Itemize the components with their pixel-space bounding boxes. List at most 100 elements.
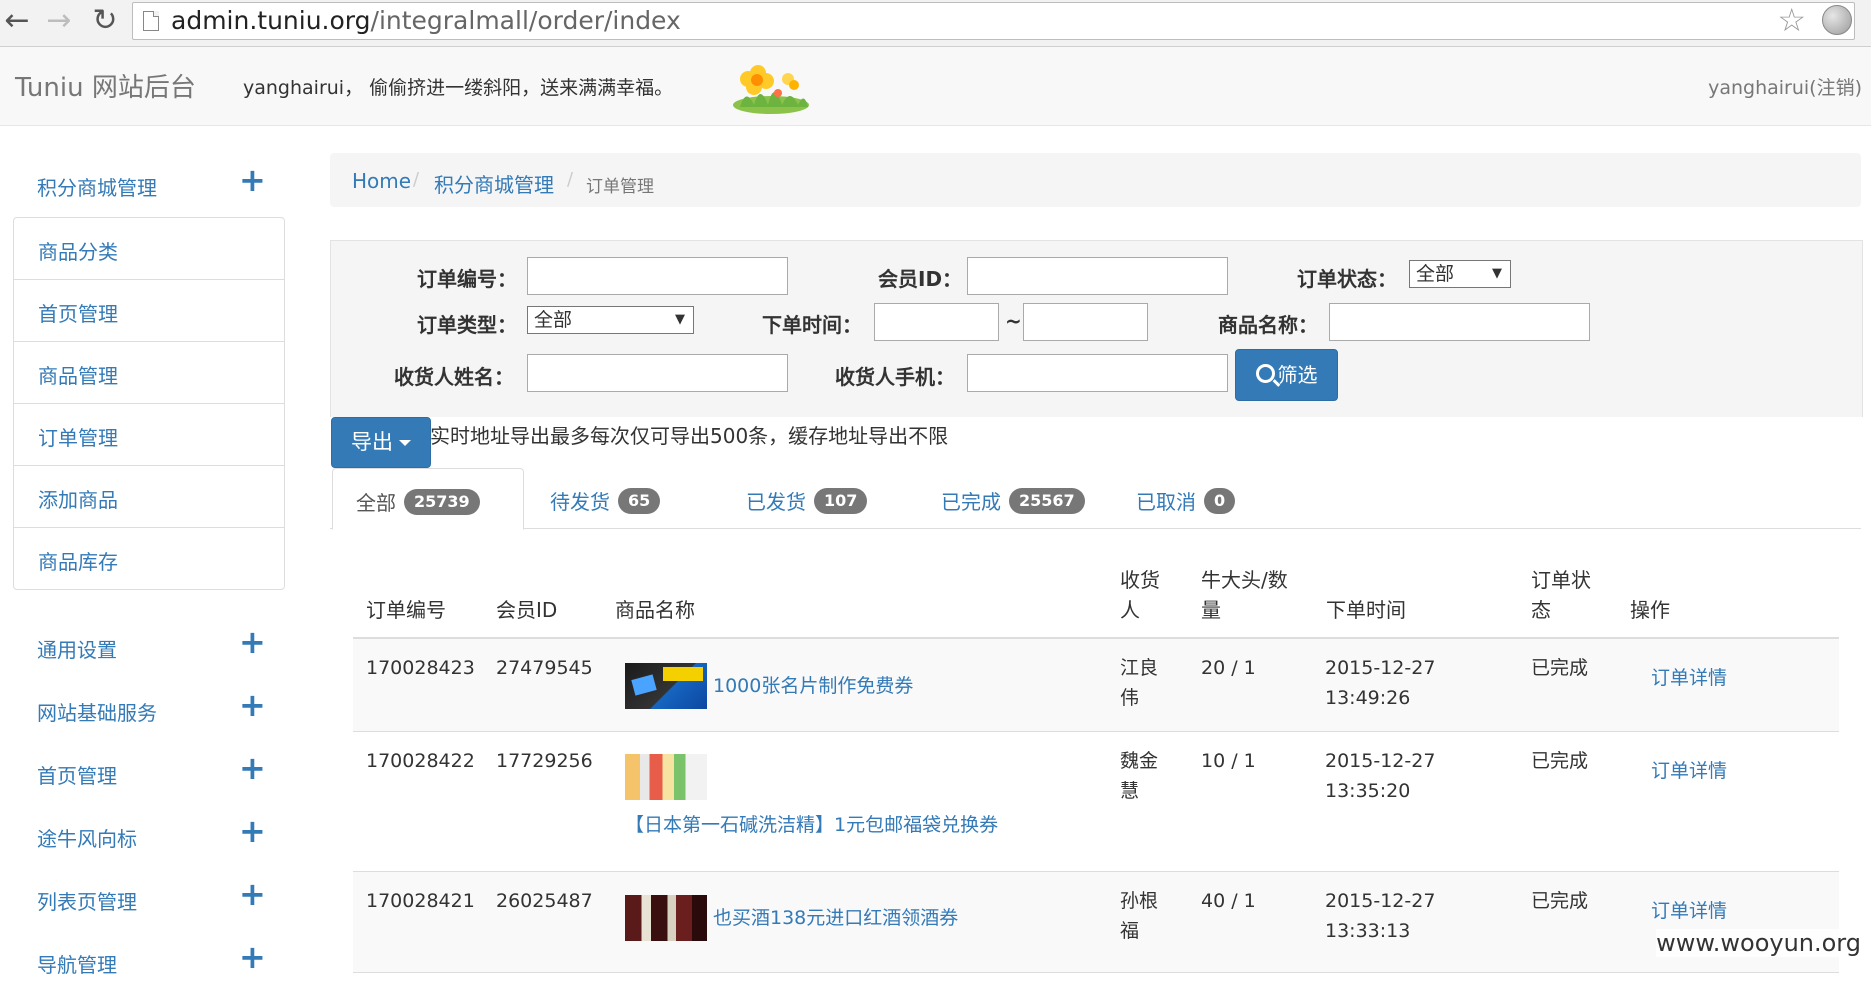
order-date-cell: 2015-12-27 <box>1325 890 1436 912</box>
status-cell: 已完成 <box>1531 657 1589 679</box>
export-note: 实时地址导出最多每次仅可导出500条，缓存地址导出不限 <box>430 424 949 448</box>
breadcrumb-points-mall[interactable]: 积分商城管理 <box>434 169 554 198</box>
bookmark-star-icon[interactable]: ☆ <box>1777 1 1806 39</box>
product-thumbnail[interactable] <box>625 754 707 800</box>
plus-icon[interactable]: + <box>239 752 266 784</box>
sidebar-group-label[interactable]: 网站基础服务 <box>37 697 157 726</box>
tab-completed[interactable]: 已完成 25567 <box>931 468 1101 528</box>
count-badge: 25567 <box>1009 488 1085 514</box>
sidebar-group-label[interactable]: 积分商城管理 <box>37 172 157 201</box>
order-date-cell: 2015-12-27 <box>1325 750 1436 772</box>
order-type-select[interactable]: 全部 ▼ <box>527 306 694 334</box>
product-thumbnail[interactable] <box>625 895 707 941</box>
sidebar-group-trends[interactable]: 途牛风向标 + <box>13 809 283 863</box>
sidebar-group-points-mall[interactable]: 积分商城管理 + <box>13 158 283 212</box>
table-row: 170028421 26025487 也买酒138元进口红酒领酒券 孙根福 40… <box>353 872 1839 973</box>
count-badge: 0 <box>1204 488 1236 514</box>
receiver-name-input[interactable] <box>527 354 788 392</box>
order-no-label: 订单编号： <box>417 267 517 291</box>
tab-cancelled[interactable]: 已取消 0 <box>1126 468 1256 528</box>
sidebar-group-label[interactable]: 通用设置 <box>37 634 117 663</box>
greeting-text: yanghairui， 偷偷挤进一缕斜阳，送来满满幸福。 <box>243 77 674 99</box>
order-detail-link[interactable]: 订单详情 <box>1651 896 1727 926</box>
th-status: 订单状态 <box>1531 568 1591 622</box>
order-detail-link[interactable]: 订单详情 <box>1651 756 1727 786</box>
count-badge: 107 <box>814 488 868 514</box>
breadcrumb-separator: / <box>567 169 574 190</box>
tab-label: 已发货 <box>746 490 806 514</box>
order-date-cell: 2015-12-27 <box>1325 657 1436 679</box>
order-time-cell: 13:49:26 <box>1325 687 1411 709</box>
count-badge: 25739 <box>404 489 480 515</box>
plus-icon[interactable]: + <box>239 164 266 196</box>
sidebar-item-homepage[interactable]: 首页管理 <box>14 280 284 342</box>
th-action: 操作 <box>1630 598 1670 622</box>
receiver-name-label: 收货人姓名： <box>394 365 514 389</box>
sidebar-group-navigation[interactable]: 导航管理 + <box>13 935 283 989</box>
receiver-phone-label: 收货人手机： <box>835 365 955 389</box>
sidebar-group-basic-service[interactable]: 网站基础服务 + <box>13 683 283 737</box>
sidebar-group-label[interactable]: 途牛风向标 <box>37 823 137 852</box>
plus-icon[interactable]: + <box>239 689 266 721</box>
sidebar-group-general[interactable]: 通用设置 + <box>13 620 283 674</box>
table-row: 170028423 27479545 1000张名片制作免费券 江良伟 20 /… <box>353 639 1839 732</box>
receiver-cell: 魏金慧 <box>1120 750 1159 802</box>
order-status-select[interactable]: 全部 ▼ <box>1409 260 1511 288</box>
tab-all[interactable]: 全部 25739 <box>332 468 524 530</box>
site-brand[interactable]: Tuniu 网站后台 <box>15 67 196 104</box>
watermark: www.wooyun.org <box>1656 929 1861 957</box>
sidebar-item-add-product[interactable]: 添加商品 <box>14 466 284 528</box>
user-logout-link[interactable]: yanghairui(注销) <box>1708 73 1862 100</box>
filter-button[interactable]: 筛选 <box>1235 349 1338 401</box>
plus-icon[interactable]: + <box>239 626 266 658</box>
table-row: 170028422 17729256 【日本第一石碱洗洁精】1元包邮福袋兑换券 … <box>353 732 1839 872</box>
caret-down-icon: ▼ <box>675 312 685 327</box>
th-member-id: 会员ID <box>496 598 558 622</box>
sidebar-group-listpage[interactable]: 列表页管理 + <box>13 872 283 926</box>
product-name-input[interactable] <box>1329 303 1590 341</box>
order-no-input[interactable] <box>527 257 788 295</box>
sidebar-item-products[interactable]: 商品管理 <box>14 342 284 404</box>
order-time-label: 下单时间： <box>762 313 862 337</box>
order-time-end-input[interactable] <box>1023 303 1148 341</box>
sidebar-item-category[interactable]: 商品分类 <box>14 218 284 280</box>
order-time-cell: 13:33:13 <box>1325 920 1411 942</box>
product-link[interactable]: 【日本第一石碱洗洁精】1元包邮福袋兑换券 <box>625 810 998 840</box>
plus-icon[interactable]: + <box>239 878 266 910</box>
sidebar-item-orders[interactable]: 订单管理 <box>14 404 284 466</box>
url-text[interactable]: admin.tuniu.org/integralmall/order/index <box>171 6 681 36</box>
order-detail-link[interactable]: 订单详情 <box>1651 663 1727 693</box>
order-time-start-input[interactable] <box>874 303 999 341</box>
flower-icon <box>733 65 809 114</box>
plus-icon[interactable]: + <box>239 815 266 847</box>
tab-shipped[interactable]: 已发货 107 <box>736 468 896 528</box>
th-order-no: 订单编号 <box>366 598 446 622</box>
sidebar-item-inventory[interactable]: 商品库存 <box>14 528 284 589</box>
reload-icon[interactable]: ↻ <box>88 4 122 38</box>
plus-icon[interactable]: + <box>239 941 266 973</box>
forward-arrow-icon[interactable]: → <box>42 4 76 38</box>
count-badge: 65 <box>618 488 661 514</box>
th-order-time: 下单时间 <box>1326 598 1406 622</box>
member-id-input[interactable] <box>967 257 1228 295</box>
tab-pending-shipment[interactable]: 待发货 65 <box>540 468 700 528</box>
member-id-cell: 27479545 <box>496 657 593 679</box>
order-no-cell: 170028421 <box>366 890 475 912</box>
receiver-phone-input[interactable] <box>967 354 1228 392</box>
sidebar-group-label[interactable]: 首页管理 <box>37 760 117 789</box>
receiver-cell: 孙根福 <box>1120 890 1159 942</box>
export-button[interactable]: 导出 <box>331 417 431 468</box>
tab-label: 全部 <box>356 491 396 515</box>
sidebar-group-label[interactable]: 导航管理 <box>37 949 117 978</box>
product-link[interactable]: 1000张名片制作免费券 <box>713 671 913 701</box>
breadcrumb-home[interactable]: Home <box>352 169 411 193</box>
address-bar[interactable]: admin.tuniu.org/integralmall/order/index… <box>132 1 1855 40</box>
globe-icon[interactable] <box>1822 5 1852 35</box>
receiver-cell: 江良伟 <box>1120 657 1159 709</box>
product-link[interactable]: 也买酒138元进口红酒领酒券 <box>713 903 958 933</box>
product-thumbnail[interactable] <box>625 663 707 709</box>
tab-label: 已完成 <box>941 490 1001 514</box>
back-arrow-icon[interactable]: ← <box>0 4 34 38</box>
sidebar-group-label[interactable]: 列表页管理 <box>37 886 137 915</box>
sidebar-group-homepage[interactable]: 首页管理 + <box>13 746 283 800</box>
